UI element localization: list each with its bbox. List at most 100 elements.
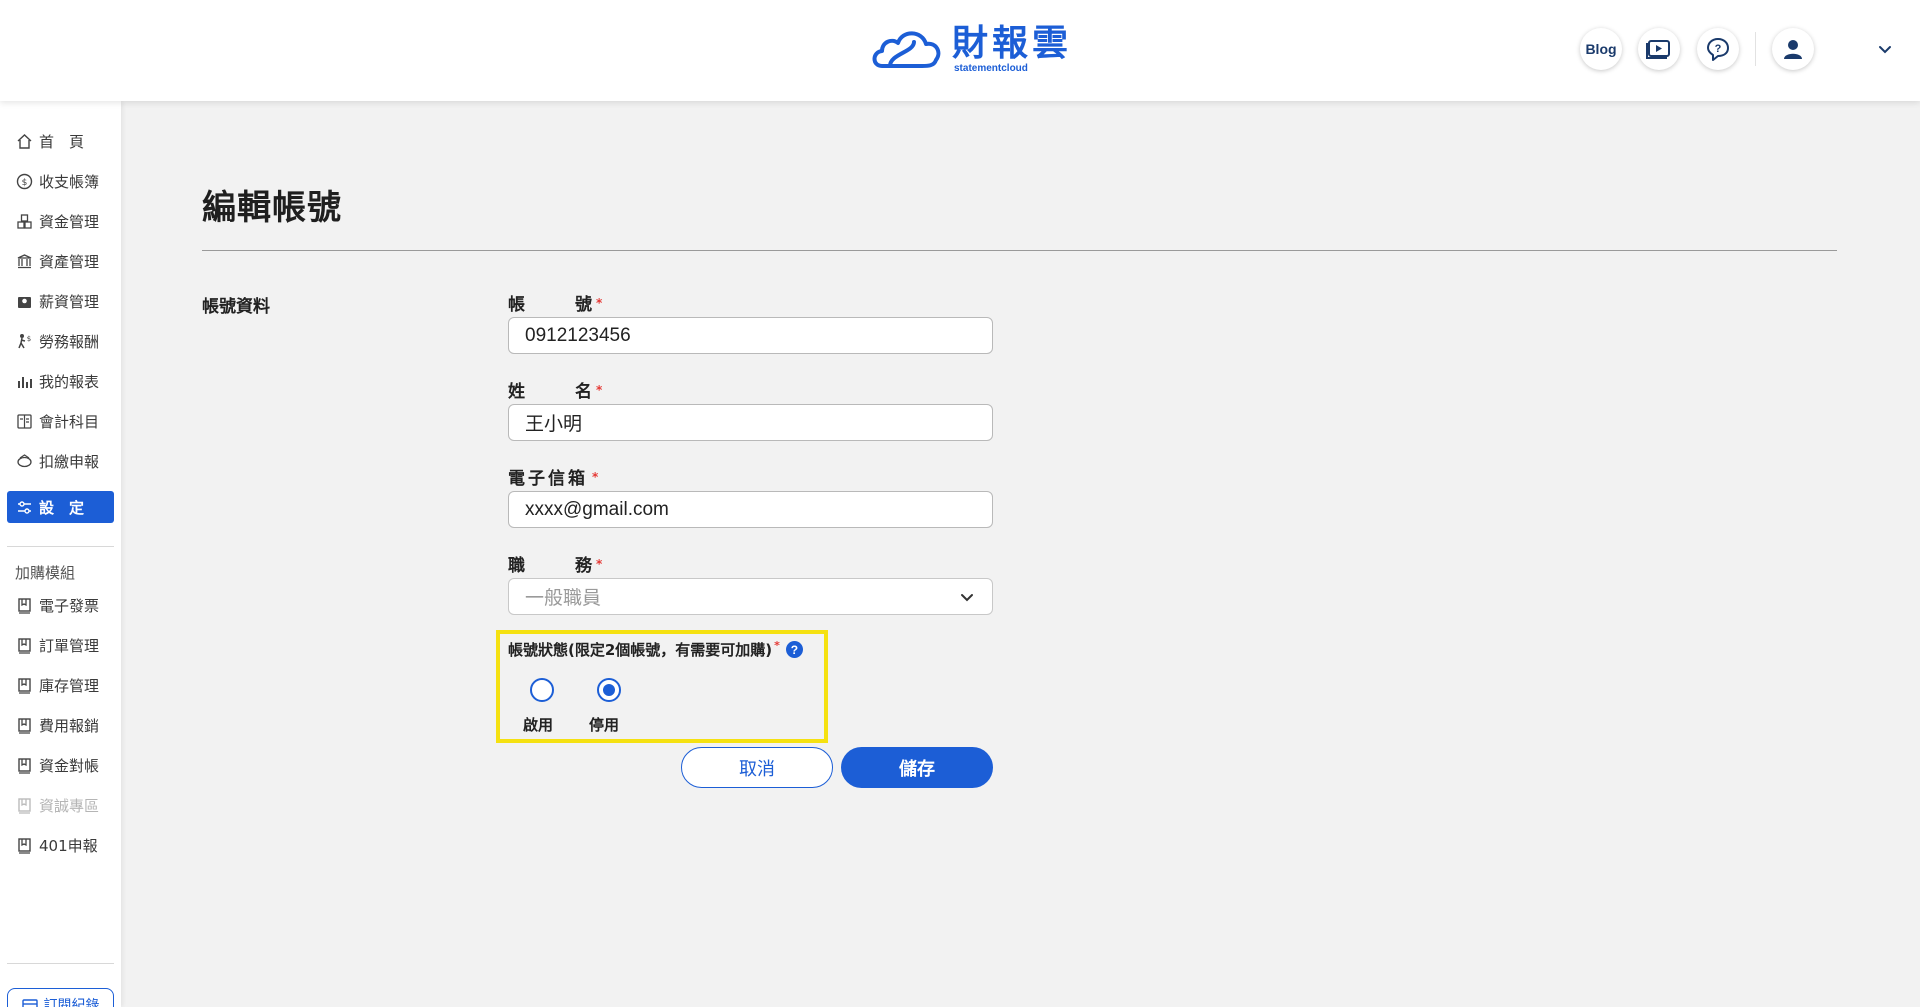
subscription-record-label: 訂閱紀錄: [43, 998, 100, 1007]
user-avatar-icon: [1784, 40, 1802, 59]
card-icon: [21, 999, 38, 1007]
sidebar-item-home[interactable]: 首 頁: [7, 125, 114, 157]
logo-name: 財報雲: [952, 23, 1073, 64]
cancel-button[interactable]: 取消: [681, 747, 833, 788]
help-chat-button[interactable]: ?: [1697, 28, 1739, 70]
sidebar-divider: [7, 963, 114, 964]
role-select[interactable]: 一般職員: [508, 578, 993, 615]
sidebar-item-label: 庫存管理: [39, 676, 100, 695]
addon-modules-heading: 加購模組: [15, 564, 76, 582]
svg-text:$: $: [26, 335, 30, 343]
help-question-icon[interactable]: ?: [785, 641, 803, 658]
module-icon: [15, 596, 33, 614]
sidebar-item-asset-management[interactable]: 資產管理: [7, 245, 114, 277]
radio-enable[interactable]: [530, 678, 554, 702]
required-mark: *: [596, 382, 603, 397]
sidebar-item-label: 401申報: [39, 836, 98, 855]
save-button[interactable]: 儲存: [841, 747, 993, 788]
radio-disable[interactable]: [597, 678, 621, 702]
radio-enable-label: 啟用: [523, 716, 554, 734]
blog-button[interactable]: Blog: [1580, 28, 1622, 70]
report-chart-icon: [15, 372, 33, 390]
logo-subtitle: statementcloud: [954, 63, 1028, 74]
status-label-text: 帳號狀態(限定2個帳號，有需要可加購): [508, 641, 773, 659]
sidebar-item-fund-management[interactable]: 資金管理: [7, 205, 114, 237]
tax-icon: [15, 452, 33, 470]
fund-icon: [15, 212, 33, 230]
sidebar-item-label: 我的報表: [39, 372, 100, 391]
app-logo[interactable]: 財報雲 statementcloud: [868, 22, 1072, 78]
page-title: 編輯帳號: [202, 188, 342, 228]
sidebar-item-e-invoice[interactable]: 電子發票: [7, 589, 114, 621]
sidebar-item-fund-reconciliation[interactable]: 資金對帳: [7, 749, 114, 781]
labor-icon: $: [15, 332, 33, 350]
ledger-icon: [15, 412, 33, 430]
home-icon: [15, 132, 33, 150]
sidebar-item-order-management[interactable]: 訂單管理: [7, 629, 114, 661]
chevron-down-icon[interactable]: [1875, 40, 1895, 60]
email-input[interactable]: [508, 491, 993, 528]
required-mark: *: [592, 469, 599, 484]
name-field-label: 姓 名 *: [508, 377, 602, 402]
sidebar-item-label: 費用報銷: [39, 716, 100, 735]
sidebar-item-my-reports[interactable]: 我的報表: [7, 365, 114, 397]
svg-text:$: $: [21, 178, 27, 188]
asset-icon: [15, 252, 33, 270]
title-divider: [202, 250, 1837, 251]
sidebar-item-401-declaration[interactable]: 401申報: [7, 829, 114, 861]
sidebar-item-label: 收支帳簿: [39, 172, 100, 191]
video-guide-button[interactable]: [1638, 28, 1680, 70]
sidebar-item-label: 扣繳申報: [39, 452, 100, 471]
video-guide-icon: [1646, 40, 1670, 59]
module-icon: [15, 716, 33, 734]
svg-text:?: ?: [1715, 43, 1722, 55]
sidebar-item-label: 資金管理: [39, 212, 100, 231]
account-label-part: 號: [575, 295, 592, 315]
sidebar-item-accounting-subjects[interactable]: 會計科目: [7, 405, 114, 437]
module-icon: [15, 836, 33, 854]
sidebar-item-ledger-book[interactable]: $ 收支帳簿: [7, 165, 114, 197]
account-input[interactable]: [508, 317, 993, 354]
sidebar-item-pwc-zone[interactable]: 資誠專區: [7, 789, 114, 821]
user-avatar-button[interactable]: [1772, 28, 1814, 70]
name-label-part: 名: [575, 382, 592, 402]
section-label: 帳號資料: [202, 297, 270, 317]
sidebar-item-inventory-management[interactable]: 庫存管理: [7, 669, 114, 701]
sidebar-item-expense-reimbursement[interactable]: 費用報銷: [7, 709, 114, 741]
role-label-part: 職: [508, 556, 525, 576]
module-icon: [15, 756, 33, 774]
email-label-text: 電子信箱: [508, 469, 588, 489]
sidebar-item-label: 首 頁: [39, 132, 85, 151]
sidebar: 首 頁 $ 收支帳簿 資金管理 資產管理 薪資管理 $ 勞務報酬 我的報表 會計…: [0, 101, 121, 1007]
coin-icon: $: [15, 172, 33, 190]
sidebar-item-settings[interactable]: 設 定: [7, 491, 114, 523]
sidebar-item-label: 訂單管理: [39, 636, 100, 655]
module-icon: [15, 676, 33, 694]
sidebar-item-label: 設 定: [39, 498, 85, 517]
cloud-logo-icon: [872, 31, 941, 68]
salary-icon: [15, 292, 33, 310]
role-field-label: 職 務 *: [508, 551, 602, 576]
sidebar-item-salary-management[interactable]: 薪資管理: [7, 285, 114, 317]
module-icon: [15, 636, 33, 654]
top-header: 財報雲 statementcloud Blog ?: [0, 0, 1920, 101]
sidebar-item-label: 勞務報酬: [39, 332, 100, 351]
sidebar-item-label: 電子發票: [39, 596, 100, 615]
header-divider: [1755, 32, 1756, 66]
sidebar-item-label: 會計科目: [39, 412, 100, 431]
role-label-part: 務: [575, 556, 592, 576]
status-field-label: 帳號狀態(限定2個帳號，有需要可加購) * ?: [508, 639, 803, 660]
required-mark: *: [774, 639, 780, 652]
subscription-record-button[interactable]: 訂閱紀錄: [7, 988, 114, 1007]
required-mark: *: [596, 295, 603, 310]
chevron-down-icon: [961, 593, 973, 601]
blog-label: Blog: [1585, 41, 1617, 57]
email-field-label: 電子信箱 *: [508, 464, 598, 489]
sidebar-item-label: 資誠專區: [39, 796, 100, 815]
sidebar-item-labor-remuneration[interactable]: $ 勞務報酬: [7, 325, 114, 357]
sidebar-item-withholding-declaration[interactable]: 扣繳申報: [7, 445, 114, 477]
sidebar-item-label: 資金對帳: [39, 756, 100, 775]
name-input[interactable]: [508, 404, 993, 441]
radio-disable-label: 停用: [589, 716, 620, 734]
account-field-label: 帳 號 *: [508, 290, 602, 315]
